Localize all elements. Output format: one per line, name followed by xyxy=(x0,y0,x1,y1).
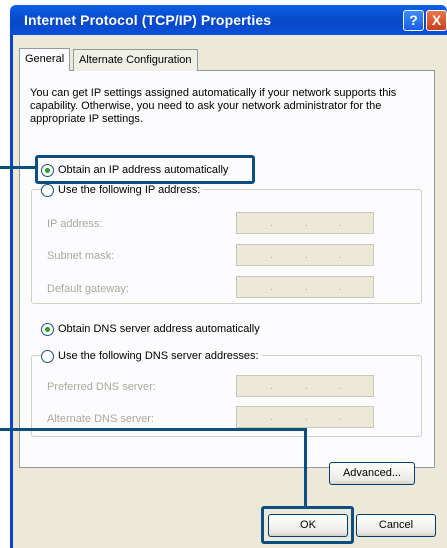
radio-unselected-icon xyxy=(41,183,54,197)
highlight-ok-button xyxy=(261,506,354,544)
default-gateway-field: ... xyxy=(236,276,374,298)
ip-address-field: ... xyxy=(236,212,374,234)
tab-general[interactable]: General xyxy=(19,48,71,71)
subnet-mask-field: ... xyxy=(236,244,374,266)
radio-unselected-icon xyxy=(41,349,54,363)
alternate-dns-field: ... xyxy=(236,406,374,428)
cancel-button[interactable]: Cancel xyxy=(356,514,436,537)
use-following-dns-radio[interactable]: Use the following DNS server addresses: xyxy=(41,348,262,364)
preferred-dns-field: ... xyxy=(236,375,374,397)
close-icon: X xyxy=(431,12,442,28)
help-icon: ? xyxy=(409,12,418,28)
close-button[interactable]: X xyxy=(426,10,447,31)
title-bar[interactable]: Internet Protocol (TCP/IP) Properties ? … xyxy=(10,5,447,35)
obtain-dns-auto-radio[interactable]: Obtain DNS server address automatically xyxy=(41,321,260,337)
use-following-ip-radio[interactable]: Use the following IP address: xyxy=(41,182,204,198)
tab-alternate-configuration[interactable]: Alternate Configuration xyxy=(73,49,198,71)
intro-text: You can get IP settings assigned automat… xyxy=(30,87,397,125)
use-following-ip-label: Use the following IP address: xyxy=(58,184,201,196)
default-gateway-label: Default gateway: xyxy=(47,283,129,295)
window-title: Internet Protocol (TCP/IP) Properties xyxy=(24,12,272,28)
highlight-obtain-ip-auto xyxy=(35,155,255,184)
help-button[interactable]: ? xyxy=(403,10,424,31)
subnet-mask-label: Subnet mask: xyxy=(47,250,115,262)
callout-line-ok-vertical xyxy=(304,428,307,508)
alternate-dns-label: Alternate DNS server: xyxy=(47,413,154,425)
callout-line-ok-horizontal xyxy=(0,428,307,431)
tcpip-properties-dialog: Internet Protocol (TCP/IP) Properties ? … xyxy=(0,0,447,548)
advanced-button[interactable]: Advanced... xyxy=(329,462,415,485)
use-following-dns-label: Use the following DNS server addresses: xyxy=(58,350,259,362)
preferred-dns-label: Preferred DNS server: xyxy=(47,381,156,393)
radio-selected-icon xyxy=(41,322,54,336)
obtain-dns-auto-label: Obtain DNS server address automatically xyxy=(58,323,260,335)
callout-line-ip xyxy=(0,166,37,169)
ip-address-label: IP address: xyxy=(47,218,103,230)
